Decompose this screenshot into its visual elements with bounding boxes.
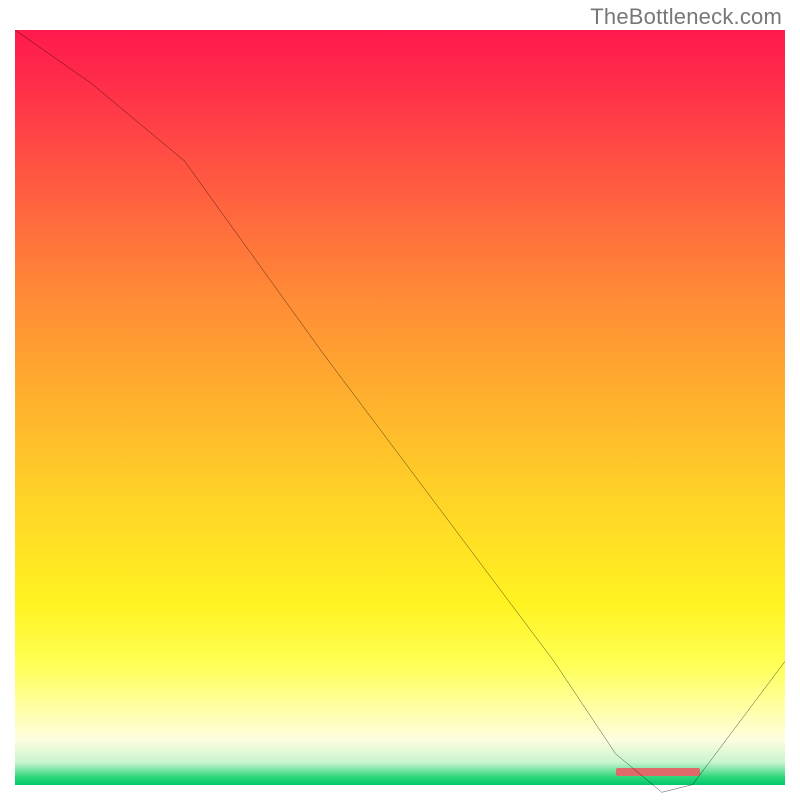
watermark-text: TheBottleneck.com xyxy=(590,4,782,30)
plot-area xyxy=(15,30,785,785)
chart-container: TheBottleneck.com xyxy=(0,0,800,800)
bottleneck-curve xyxy=(15,30,785,800)
